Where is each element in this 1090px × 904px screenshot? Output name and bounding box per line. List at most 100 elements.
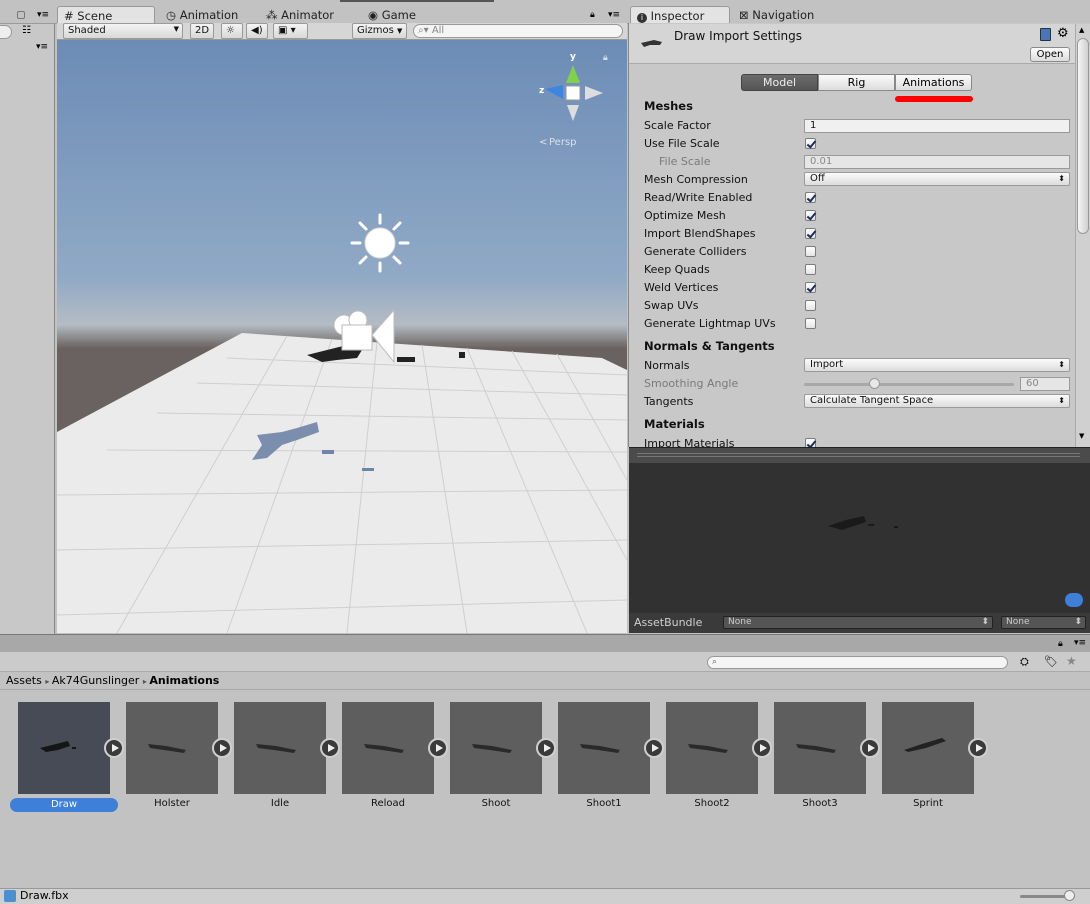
scene-viewport[interactable]: y z Persp < 🔒︎ — [57, 40, 627, 633]
section-materials: Materials — [644, 417, 705, 431]
lock-icon[interactable] — [17, 11, 25, 19]
keep-quads-checkbox[interactable] — [805, 264, 816, 275]
tab-animation[interactable]: ◷ Animation — [160, 6, 246, 24]
project-menu-icon[interactable]: ▾≡ — [1074, 638, 1086, 648]
audio-toggle-icon[interactable]: ◀) — [246, 23, 268, 39]
optimize-mesh-label: Optimize Mesh — [644, 209, 726, 222]
breadcrumb: Assets ▸ Ak74Gunslinger ▸ Animations — [0, 672, 1090, 690]
tab-game[interactable]: ◉ Game — [362, 6, 424, 24]
scroll-up-arrow-icon[interactable]: ▲ — [1079, 26, 1084, 34]
tab-animator[interactable]: ⁂ Animator — [260, 6, 342, 24]
gear-icon[interactable]: ⚙ — [1057, 26, 1069, 41]
updown-arrow-icon: ⬍ — [981, 617, 989, 627]
tab-navigation[interactable]: ⊠ Navigation — [733, 6, 822, 24]
tangents-value: Calculate Tangent Space — [810, 395, 934, 406]
shading-mode-dropdown[interactable]: Shaded ▼ — [63, 23, 183, 39]
assetbundle-name-dropdown[interactable]: None ⬍ — [723, 616, 993, 629]
scene-menu-icon[interactable]: ▾≡ — [608, 10, 620, 20]
hierarchy-menu-icon[interactable]: ▾≡ — [36, 42, 48, 52]
preview-splitter[interactable] — [629, 447, 1090, 463]
gizmo-lock-icon[interactable]: 🔒︎ — [603, 53, 608, 63]
read-write-label: Read/Write Enabled — [644, 191, 753, 204]
use-file-scale-checkbox[interactable] — [805, 138, 816, 149]
perspective-label[interactable]: Persp — [549, 137, 577, 148]
import-materials-checkbox[interactable] — [805, 438, 816, 447]
assetbundle-variant-dropdown[interactable]: None ⬍ — [1001, 616, 1086, 629]
play-icon[interactable] — [536, 738, 556, 758]
breadcrumb-item-ak74gunslinger[interactable]: Ak74Gunslinger — [52, 674, 139, 687]
lighting-toggle-icon[interactable]: ☼ — [221, 23, 243, 39]
swap-uvs-label: Swap UVs — [644, 299, 699, 312]
asset-tile-shoot[interactable]: Shoot — [450, 702, 556, 809]
hierarchy-filter-icon[interactable]: ☷ — [22, 25, 31, 36]
directional-light-icon[interactable] — [350, 213, 410, 273]
effects-toggle-icon[interactable]: ▣ ▾ — [273, 23, 308, 39]
gun-thumbnail — [796, 744, 836, 753]
asset-tile-sprint[interactable]: Sprint — [882, 702, 988, 809]
optimize-mesh-checkbox[interactable] — [805, 210, 816, 221]
project-search-input[interactable]: ⌕ — [707, 656, 1008, 669]
hierarchy-create-button[interactable] — [0, 25, 12, 39]
play-icon[interactable] — [860, 738, 880, 758]
import-tab-rig[interactable]: Rig — [818, 74, 895, 91]
play-icon[interactable] — [428, 738, 448, 758]
play-icon[interactable] — [752, 738, 772, 758]
asset-tile-reload[interactable]: Reload — [342, 702, 448, 809]
search-icon: ⌕ — [712, 657, 718, 667]
updown-arrow-icon: ⬍ — [1058, 396, 1065, 405]
model-preview[interactable] — [629, 463, 1090, 613]
play-icon[interactable] — [212, 738, 232, 758]
open-button[interactable]: Open — [1030, 47, 1070, 62]
thumbnail-size-slider-thumb[interactable] — [1064, 890, 1075, 901]
breadcrumb-item-animations[interactable]: Animations — [149, 674, 219, 687]
tangents-dropdown[interactable]: Calculate Tangent Space ⬍ — [804, 394, 1070, 408]
asset-tile-draw[interactable]: Draw — [10, 702, 124, 812]
asset-tile-idle[interactable]: Idle — [234, 702, 340, 809]
tag-icon[interactable] — [1065, 593, 1083, 607]
tab-inspector[interactable]: i Inspector — [630, 6, 730, 24]
file-scale-field: 0.01 — [804, 155, 1070, 169]
read-write-checkbox[interactable] — [805, 192, 816, 203]
chevron-down-icon: ▼ — [173, 25, 179, 33]
play-icon[interactable] — [968, 738, 988, 758]
scroll-down-arrow-icon[interactable]: ▼ — [1079, 432, 1084, 440]
assetbundle-variant-value: None — [1006, 617, 1030, 627]
gun-thumbnail — [40, 741, 76, 752]
weld-vertices-checkbox[interactable] — [805, 282, 816, 293]
mode-2d-button[interactable]: 2D — [190, 23, 215, 39]
project-lock-icon[interactable]: 🔒︎ — [1058, 639, 1063, 649]
asset-tile-shoot1[interactable]: Shoot1 — [558, 702, 664, 809]
orientation-gizmo[interactable]: y z — [539, 52, 603, 121]
asset-name-holster: Holster — [154, 798, 190, 809]
asset-tile-shoot2[interactable]: Shoot2 — [666, 702, 772, 809]
normals-dropdown[interactable]: Import ⬍ — [804, 358, 1070, 372]
filter-type-icon[interactable]: ⛭ — [1020, 655, 1029, 669]
import-tab-model[interactable]: Model — [741, 74, 818, 91]
tab-scene[interactable]: # Scene — [57, 6, 155, 24]
tab-game-label: Game — [381, 8, 416, 22]
asset-tile-shoot3[interactable]: Shoot3 — [774, 702, 880, 809]
panel-menu-icon[interactable]: ▾≡ — [37, 10, 49, 20]
model-file-icon — [640, 34, 664, 50]
breadcrumb-item-assets[interactable]: Assets — [6, 674, 42, 687]
asset-tile-holster[interactable]: Holster — [126, 702, 232, 809]
favorite-star-icon[interactable]: ★ — [1066, 654, 1077, 668]
play-icon[interactable] — [104, 738, 124, 758]
generate-colliders-checkbox[interactable] — [805, 246, 816, 257]
help-book-icon[interactable] — [1040, 28, 1051, 41]
play-icon[interactable] — [644, 738, 664, 758]
scale-factor-field[interactable]: 1 — [804, 119, 1070, 133]
tab-scene-label: Scene — [77, 9, 113, 23]
swap-uvs-checkbox[interactable] — [805, 300, 816, 311]
scene-search-input[interactable]: ⌕▾ All — [413, 24, 623, 38]
inspector-scrollbar[interactable]: ▲ ▼ — [1075, 24, 1090, 447]
filter-label-icon[interactable]: 🏷︎ — [1044, 655, 1058, 668]
import-blendshapes-checkbox[interactable] — [805, 228, 816, 239]
gizmos-dropdown[interactable]: Gizmos ▼ — [352, 23, 407, 39]
scrollbar-thumb[interactable] — [1077, 38, 1089, 234]
mesh-compression-dropdown[interactable]: Off ⬍ — [804, 172, 1070, 186]
lightmap-uvs-checkbox[interactable] — [805, 318, 816, 329]
play-icon[interactable] — [320, 738, 340, 758]
scene-lock-icon[interactable]: 🔒︎ — [590, 10, 595, 20]
import-tab-animations[interactable]: Animations — [895, 74, 972, 91]
